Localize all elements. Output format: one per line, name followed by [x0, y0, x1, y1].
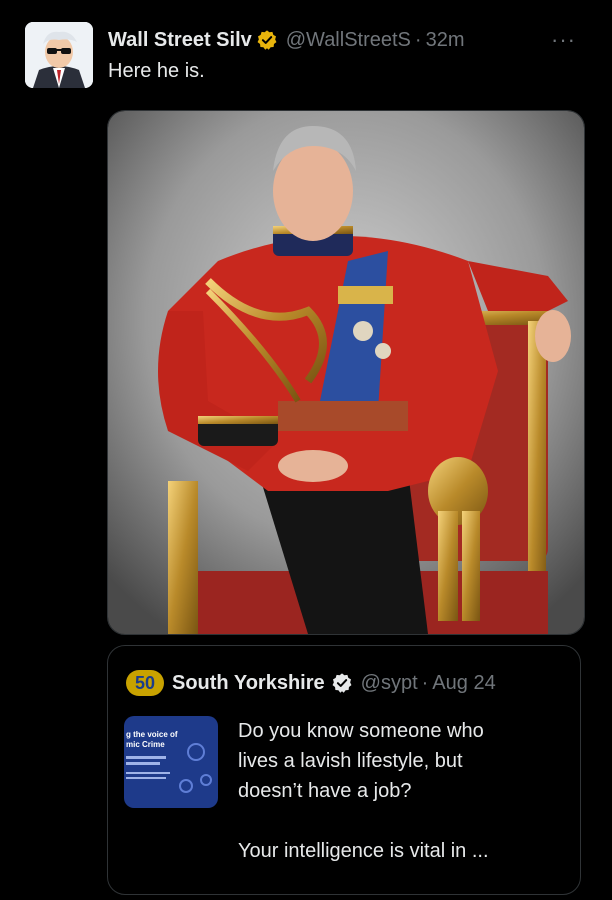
quoted-author-name[interactable]: South Yorkshire: [172, 672, 325, 695]
author-handle[interactable]: @WallStreetS: [286, 29, 411, 52]
author-name[interactable]: Wall Street Silv: [108, 29, 252, 52]
quoted-date: Aug 24: [432, 671, 496, 694]
quoted-text-line: lives a lavish lifestyle, but: [238, 750, 463, 772]
verified-badge-icon: [256, 29, 278, 51]
quoted-author-avatar[interactable]: 50: [126, 670, 164, 696]
quoted-text-line: Your intelligence is vital in ...: [238, 840, 489, 862]
quoted-tweet[interactable]: 50 South Yorkshire @sypt · Aug 24 g the …: [107, 645, 581, 895]
quoted-tweet-text: Do you know someone who lives a lavish l…: [238, 716, 568, 866]
tweet-timestamp[interactable]: 32m: [426, 29, 465, 52]
author-avatar[interactable]: [25, 22, 93, 88]
separator-dot: ·: [421, 671, 429, 694]
more-options-icon[interactable]: ···: [551, 27, 576, 53]
separator-dot: ·: [414, 28, 422, 51]
verified-badge-icon: [331, 672, 353, 694]
tweet-text: Here he is.: [108, 60, 205, 82]
quoted-text-line: Do you know someone who: [238, 720, 484, 742]
tweet-photo[interactable]: [107, 110, 585, 635]
quoted-text-line: doesn’t have a job?: [238, 780, 412, 802]
quoted-thumbnail[interactable]: g the voice of mic Crime: [124, 716, 218, 808]
quoted-tweet-header: 50 South Yorkshire @sypt · Aug 24: [126, 670, 496, 696]
quoted-author-handle[interactable]: @sypt: [361, 672, 418, 695]
tweet-header: Wall Street Silv @WallStreetS · 32m ···: [108, 26, 588, 54]
